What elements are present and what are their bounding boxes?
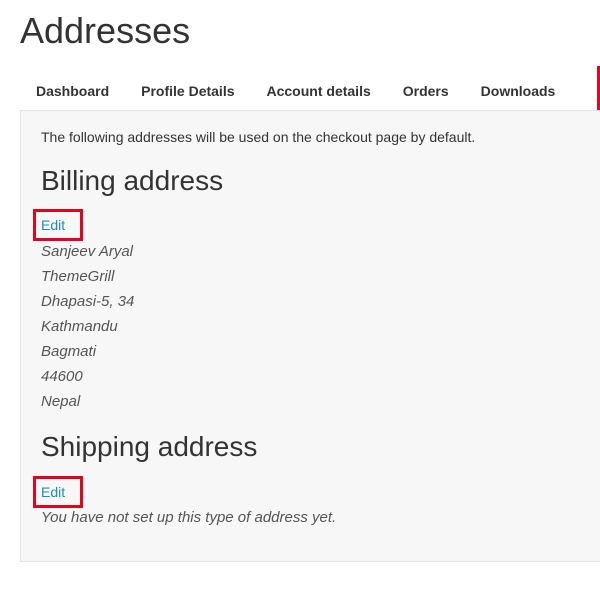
account-nav-tabs: Dashboard Profile Details Account detail…	[20, 72, 600, 110]
billing-address-block: Sanjeev Aryal ThemeGrill Dhapasi-5, 34 K…	[41, 239, 134, 414]
billing-country: Nepal	[41, 393, 81, 410]
billing-name: Sanjeev Aryal	[41, 243, 133, 260]
intro-text: The following addresses will be used on …	[41, 129, 476, 145]
billing-state: Bagmati	[41, 343, 97, 360]
tab-dashboard[interactable]: Dashboard	[20, 73, 125, 109]
shipping-address-title: Shipping address	[41, 431, 258, 462]
tab-downloads[interactable]: Downloads	[465, 73, 572, 109]
tab-orders[interactable]: Orders	[387, 73, 465, 109]
page-title: Addresses	[20, 10, 191, 51]
billing-city: Kathmandu	[41, 318, 118, 335]
tab-account-details[interactable]: Account details	[251, 73, 387, 109]
billing-edit-link[interactable]: Edit	[41, 217, 65, 233]
addresses-panel: The following addresses will be used on …	[20, 110, 600, 562]
shipping-empty-message: You have not set up this type of address…	[41, 509, 337, 526]
billing-postcode: 44600	[41, 368, 83, 385]
billing-street: Dhapasi-5, 34	[41, 293, 135, 310]
shipping-edit-link[interactable]: Edit	[41, 484, 65, 500]
tab-profile-details[interactable]: Profile Details	[125, 73, 250, 109]
billing-company: ThemeGrill	[41, 268, 115, 285]
billing-address-title: Billing address	[41, 165, 224, 196]
